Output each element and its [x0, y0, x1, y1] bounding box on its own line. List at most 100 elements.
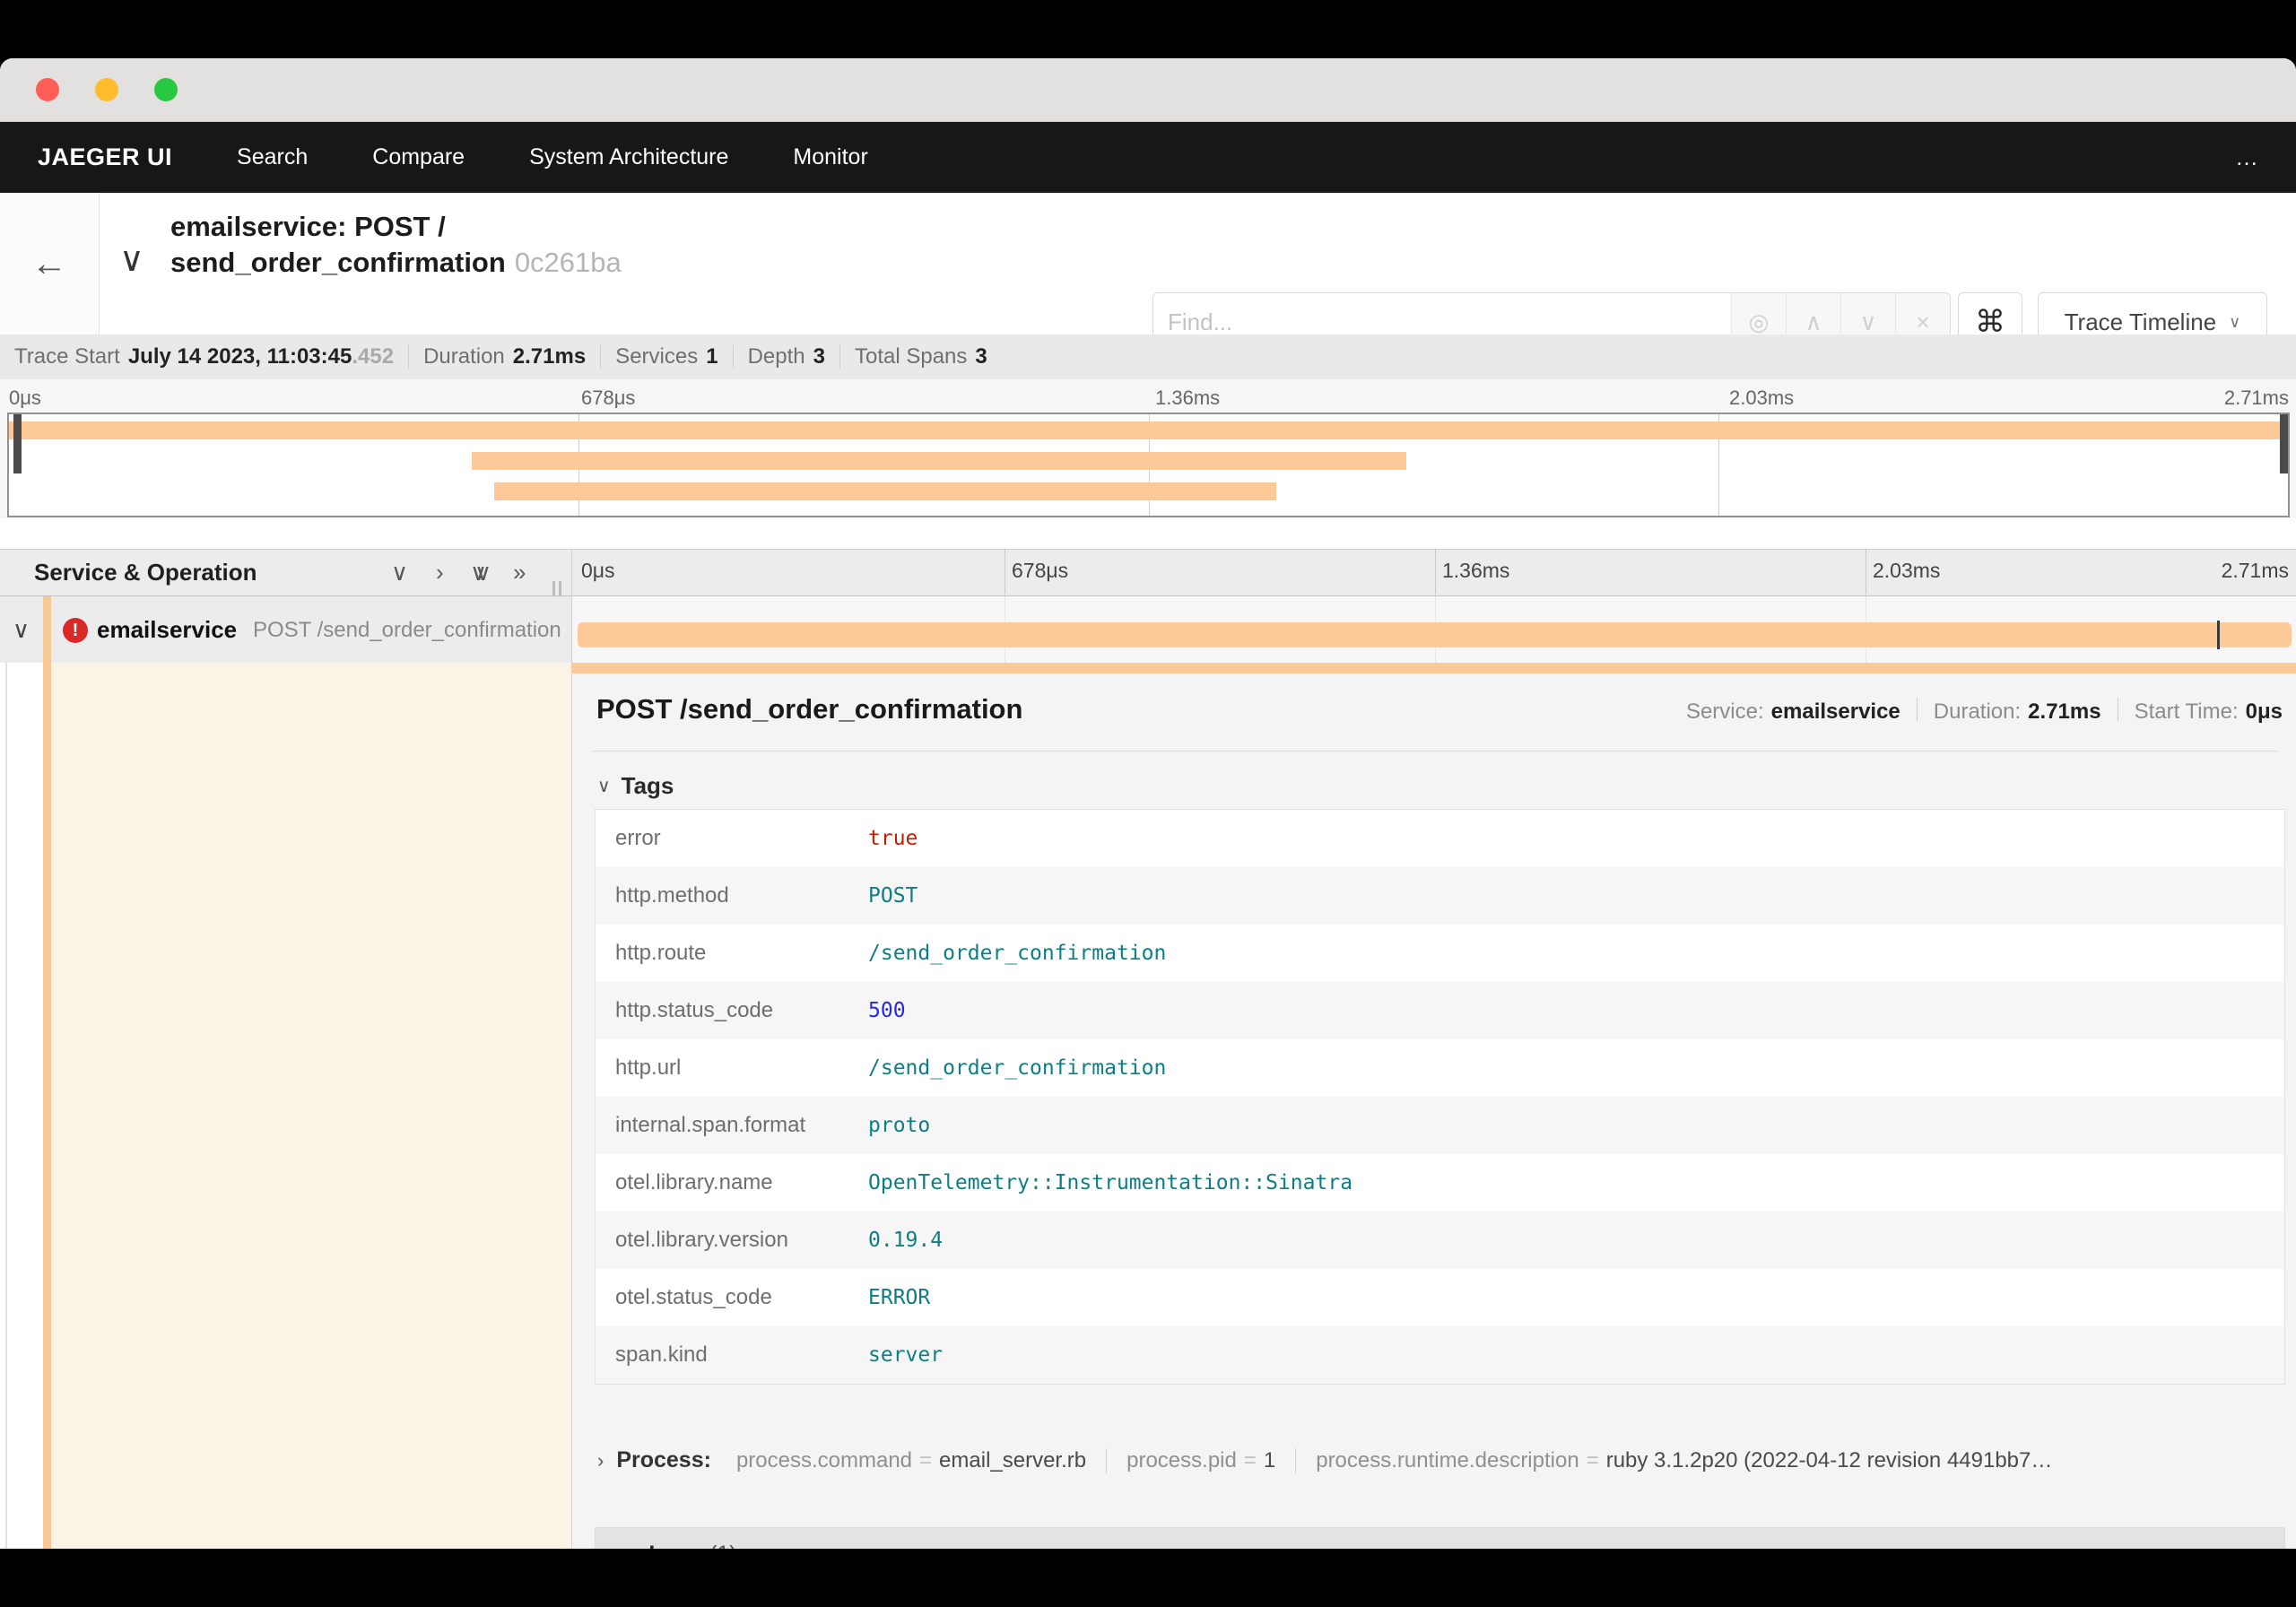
tag-row[interactable]: otel.library.version 0.19.4 [596, 1212, 2284, 1269]
expand-all-icon[interactable]: » [513, 560, 526, 584]
process-tag-key: process.command [735, 1447, 913, 1472]
span-detail-title: POST /send_order_confirmation [596, 693, 1023, 725]
tag-value: proto [868, 1114, 931, 1137]
detail-duration-group: Duration: 2.71ms [1934, 699, 2101, 725]
trace-id-short: 0c261ba [514, 247, 622, 278]
trace-view-selected: Trace Timeline [2064, 308, 2217, 335]
span-list-header: Service & Operation ∨ › ∨∨ » 0μs 678μs 1… [0, 549, 2296, 597]
timeline-tick: 678μs [1012, 559, 1069, 582]
process-section-toggle[interactable]: › Process: process.command = email_serve… [597, 1447, 2052, 1473]
nav-item-system-architecture[interactable]: System Architecture [529, 144, 728, 170]
depth-label: Depth [747, 344, 805, 369]
logs-count: (1) [709, 1542, 737, 1549]
trace-title-line2: send_order_confirmation [170, 247, 506, 278]
trace-start-fraction: .452 [352, 344, 395, 369]
tree-indent-guide [5, 663, 7, 1549]
logs-section-toggle[interactable]: › Logs (1) [595, 1527, 2285, 1549]
back-button[interactable]: ← [0, 193, 100, 334]
process-tag-key: process.pid [1126, 1447, 1237, 1472]
ruler-tick: 678μs [581, 387, 636, 409]
tag-value: true [868, 827, 918, 850]
trace-minimap-area: 0μs 678μs 1.36ms 2.03ms 2.71ms [0, 379, 2296, 518]
process-tag-key: process.runtime.description [1316, 1447, 1579, 1472]
span-row-emailservice[interactable]: ∨ ! emailservice POST /send_order_confir… [0, 596, 2296, 663]
trace-title-line1: emailservice: POST / [170, 211, 446, 242]
span-color-accent [43, 663, 51, 1549]
span-duration-bar[interactable] [578, 622, 2292, 647]
collapse-all-icon[interactable]: ∨∨ [470, 560, 491, 584]
tag-key: http.route [615, 941, 707, 965]
trace-minimap[interactable] [7, 413, 2290, 517]
minimize-window-button[interactable] [95, 78, 118, 101]
tag-value: OpenTelemetry::Instrumentation::Sinatra [868, 1171, 1353, 1194]
chevron-right-icon: › [597, 1448, 604, 1472]
nav-item-monitor[interactable]: Monitor [793, 144, 867, 170]
nav-overflow-icon[interactable]: … [2235, 143, 2260, 171]
window-titlebar [0, 58, 2296, 122]
chevron-down-icon: ∨ [2229, 312, 2241, 331]
tag-key: otel.library.name [615, 1170, 773, 1194]
back-arrow-icon: ← [31, 243, 67, 283]
services-label: Services [615, 344, 699, 369]
tag-row[interactable]: http.method POST [596, 867, 2284, 925]
tag-value: ERROR [868, 1286, 931, 1309]
duration-label: Duration [423, 344, 505, 369]
tag-row[interactable]: internal.span.format proto [596, 1097, 2284, 1154]
tag-row[interactable]: http.url /send_order_confirmation [596, 1039, 2284, 1097]
tags-section-toggle[interactable]: ∨ Tags [597, 772, 674, 800]
tag-row[interactable]: http.route /send_order_confirmation [596, 925, 2284, 982]
minimap-span-bar [9, 421, 2288, 439]
tag-row[interactable]: span.kind server [596, 1326, 2284, 1384]
tags-table: error true http.method POST http.route /… [595, 809, 2285, 1385]
trace-page-header: ← ∨ emailservice: POST / send_order_conf… [0, 193, 2296, 352]
tag-key: internal.span.format [615, 1113, 806, 1137]
service-operation-header: Service & Operation [34, 559, 257, 586]
trace-start-group: Trace Start July 14 2023, 11:03:45 .452 [14, 344, 394, 369]
span-operation-name: POST /send_order_confirmation [253, 618, 561, 642]
zoom-window-button[interactable] [154, 78, 178, 101]
browser-window: JAEGER UI Search Compare System Architec… [0, 58, 2296, 1549]
tag-value: 0.19.4 [868, 1229, 944, 1252]
ruler-tick: 1.36ms [1155, 387, 1221, 409]
nav-item-compare[interactable]: Compare [372, 144, 465, 170]
span-row-timeline[interactable] [572, 596, 2296, 663]
tag-value: /send_order_confirmation [868, 942, 1167, 965]
tags-section-title: Tags [621, 772, 674, 799]
tag-row[interactable]: otel.status_code ERROR [596, 1269, 2284, 1326]
screen: JAEGER UI Search Compare System Architec… [0, 0, 2296, 1607]
ruler-tick: 2.03ms [1729, 387, 1795, 409]
nav-item-search[interactable]: Search [237, 144, 308, 170]
minimap-left-handle[interactable] [13, 414, 22, 473]
expand-one-icon[interactable]: › [436, 560, 444, 584]
tag-key: span.kind [615, 1342, 708, 1367]
logs-label: Logs [648, 1542, 702, 1549]
process-tag-value: ruby 3.1.2p20 (2022-04-12 revision 4491b… [1605, 1447, 2053, 1472]
tag-key: http.method [615, 883, 729, 908]
close-window-button[interactable] [36, 78, 59, 101]
detail-service-label: Service: [1685, 699, 1764, 724]
span-detail-accent-strip [571, 663, 2296, 673]
tag-row[interactable]: http.status_code 500 [596, 982, 2284, 1039]
process-tag-value: email_server.rb [939, 1447, 1087, 1472]
minimap-right-handle[interactable] [2280, 414, 2288, 473]
span-tree-left-column [0, 663, 572, 1549]
minimap-span-bar [471, 452, 1406, 470]
detail-service-value: emailservice [1770, 699, 1900, 724]
tag-value: /send_order_confirmation [868, 1056, 1167, 1080]
ruler-tick: 2.71ms [2223, 387, 2289, 409]
tag-key: http.url [615, 1055, 682, 1080]
detail-start-value: 0μs [2245, 699, 2283, 724]
collapse-one-icon[interactable]: ∨ [391, 560, 408, 584]
detail-duration-label: Duration: [1933, 699, 2022, 724]
total-spans-value: 3 [975, 344, 987, 369]
tag-value: 500 [868, 999, 906, 1022]
selected-span-highlight [51, 663, 572, 1549]
jaeger-logo[interactable]: JAEGER UI [38, 143, 172, 171]
process-tag-value: 1 [1263, 1447, 1276, 1472]
trace-collapse-icon[interactable]: ∨ [119, 243, 144, 277]
tag-row[interactable]: error true [596, 810, 2284, 867]
chevron-down-icon[interactable]: ∨ [13, 616, 30, 644]
tag-row[interactable]: otel.library.name OpenTelemetry::Instrum… [596, 1154, 2284, 1212]
chevron-down-icon: ∨ [597, 777, 611, 796]
depth-value: 3 [813, 344, 825, 369]
